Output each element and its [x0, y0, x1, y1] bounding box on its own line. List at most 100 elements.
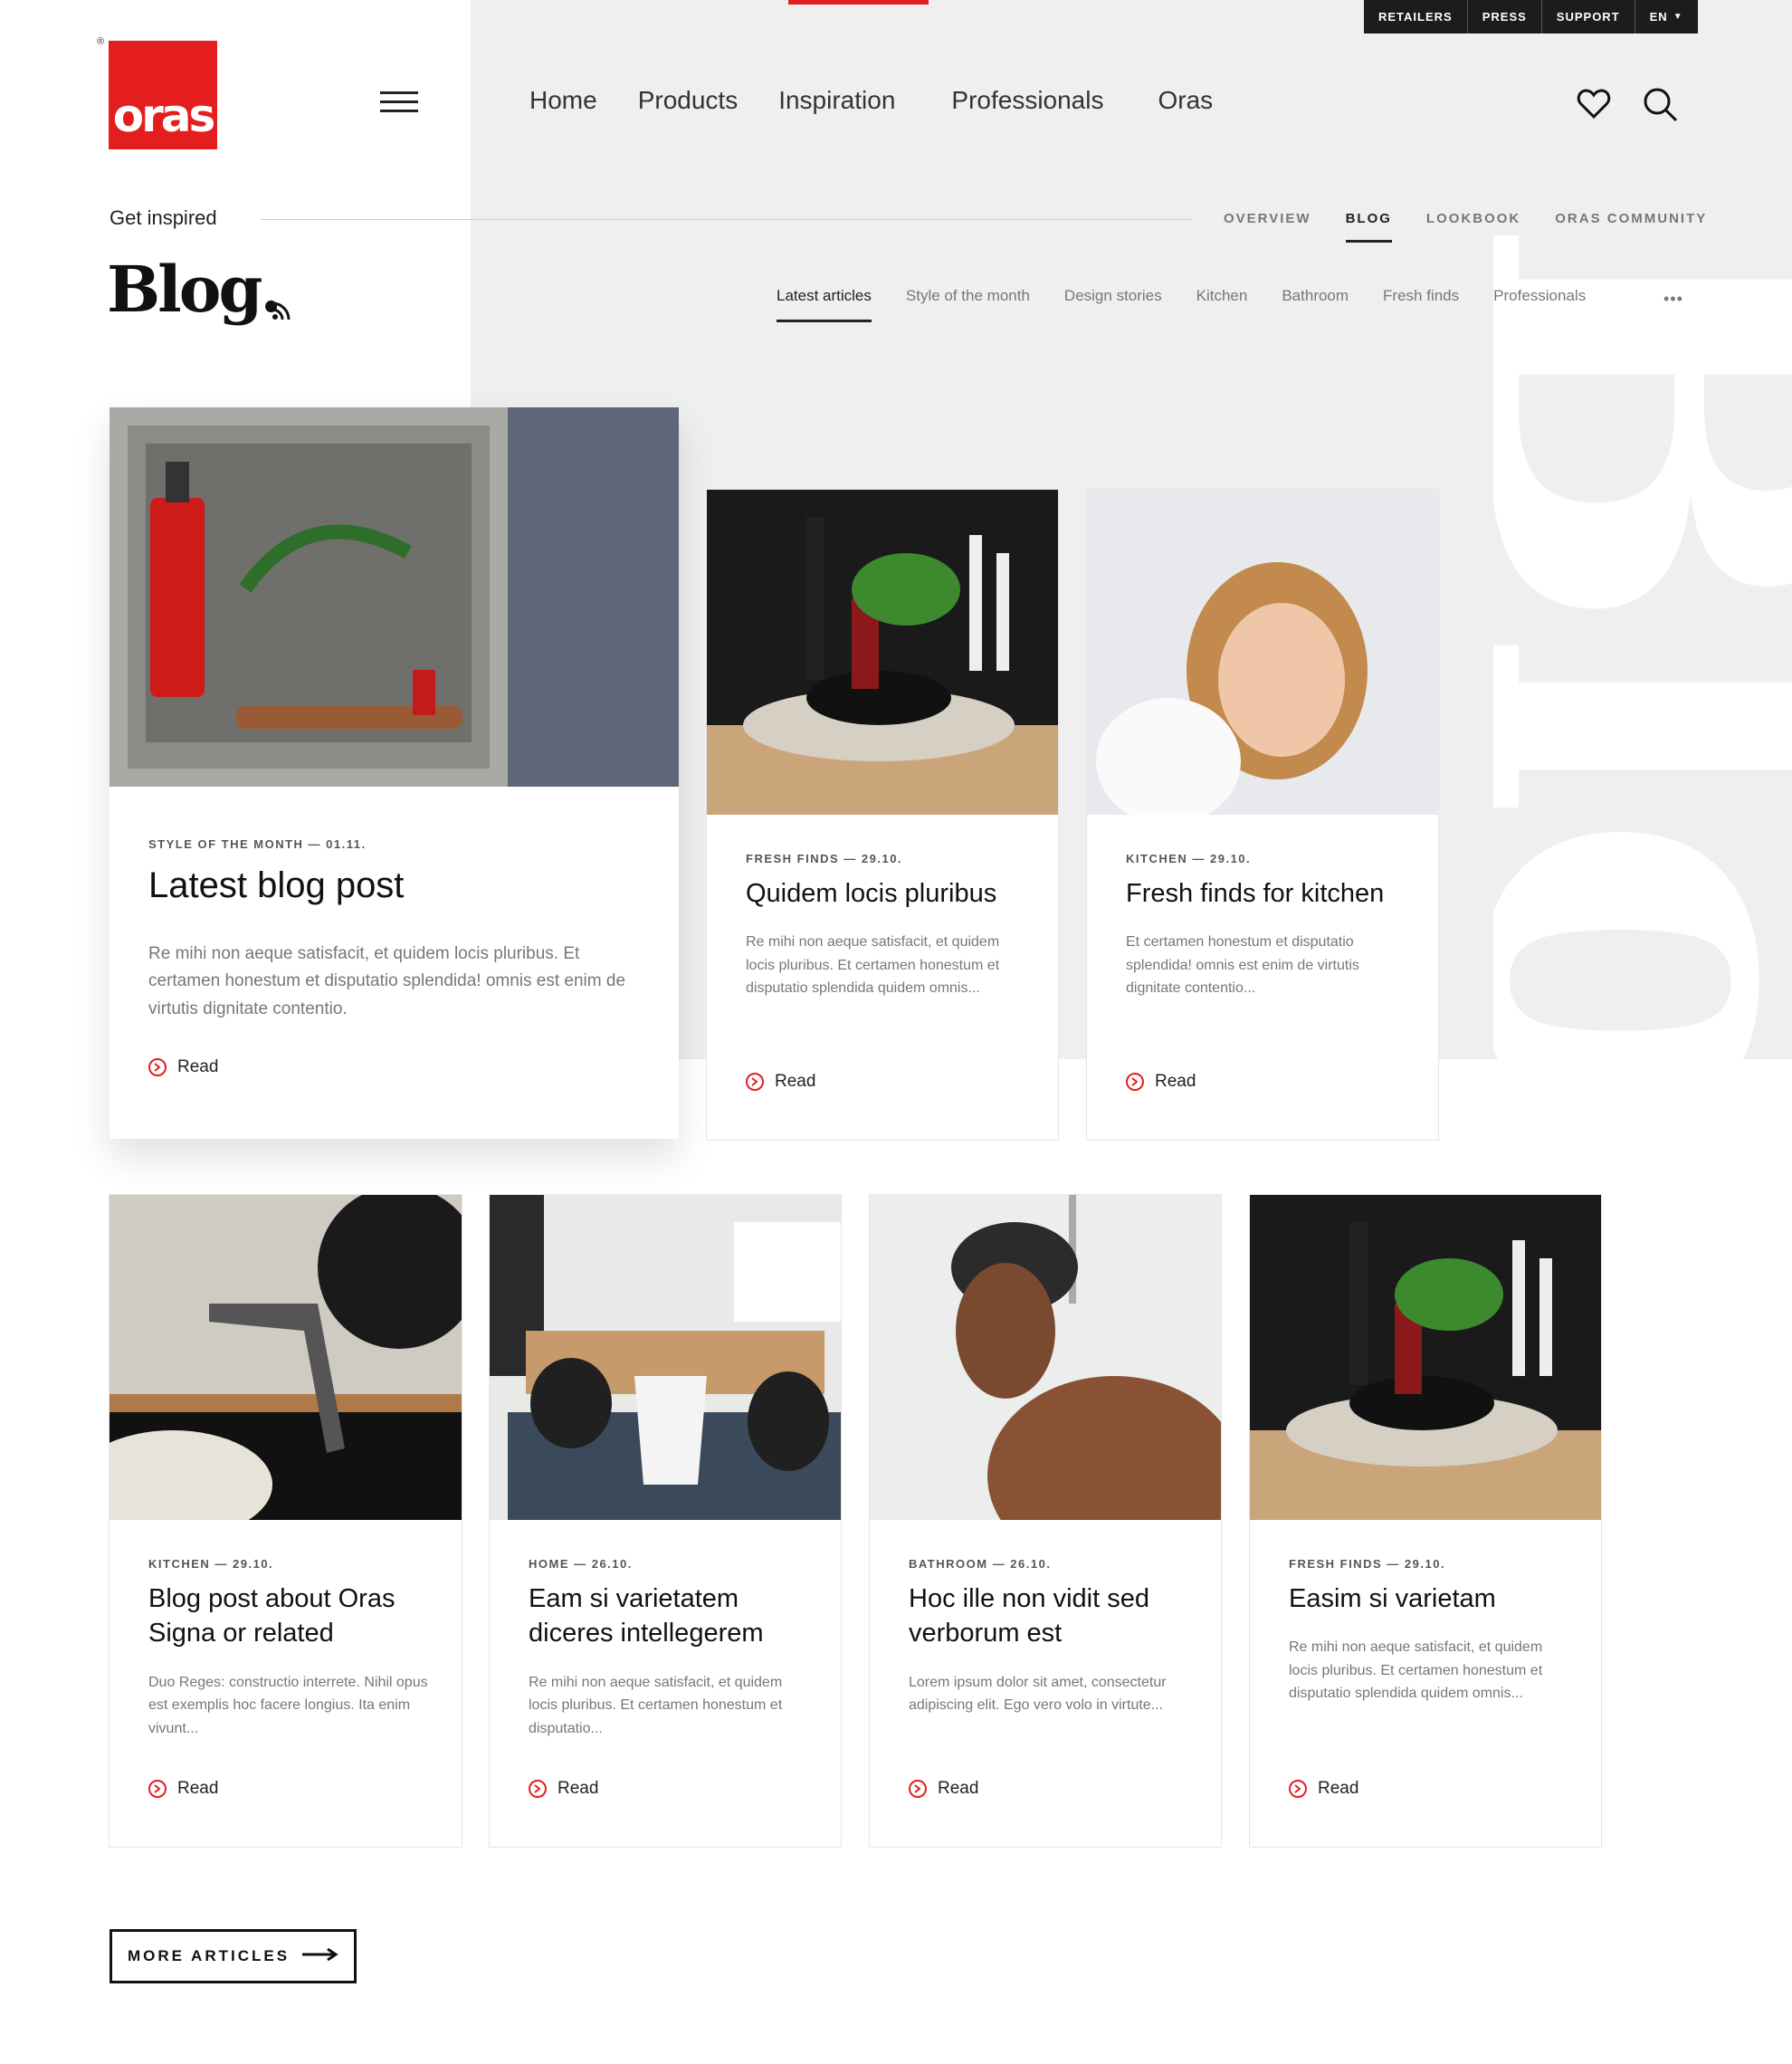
read-label: Read [938, 1779, 979, 1798]
article-meta: STYLE OF THE MONTH — 01.11. [148, 837, 367, 851]
article-title[interactable]: Easim si varietam [1289, 1581, 1574, 1616]
article-card[interactable]: HOME — 26.10. Eam si varietatem diceres … [489, 1194, 842, 1848]
menu-icon[interactable] [380, 91, 418, 115]
article-title[interactable]: Fresh finds for kitchen [1126, 876, 1411, 911]
tab-blog[interactable]: BLOG [1345, 211, 1393, 243]
article-card[interactable]: FRESH FINDS — 29.10. Quidem locis plurib… [706, 489, 1059, 1141]
card-body: FRESH FINDS — 29.10. Easim si varietam R… [1289, 1557, 1574, 1706]
nav-products[interactable]: Products [638, 86, 739, 115]
category-design-stories[interactable]: Design stories [1064, 287, 1162, 305]
article-card[interactable]: KITCHEN — 29.10. Blog post about Oras Si… [109, 1194, 462, 1848]
tab-oras-community[interactable]: ORAS COMMUNITY [1555, 211, 1707, 226]
language-selector[interactable]: EN ▼ [1635, 0, 1698, 33]
article-image [1087, 490, 1438, 815]
more-articles-label: MORE ARTICLES [127, 1947, 291, 1964]
category-fresh-finds[interactable]: Fresh finds [1383, 287, 1459, 305]
article-title[interactable]: Quidem locis pluribus [746, 876, 1031, 911]
arrow-right-circle-icon [148, 1780, 167, 1798]
press-link[interactable]: PRESS [1468, 0, 1542, 33]
article-excerpt: Duo Reges: constructio interrete. Nihil … [148, 1674, 428, 1736]
more-categories-icon[interactable]: ••• [1663, 290, 1683, 309]
article-card[interactable]: FRESH FINDS — 29.10. Easim si varietam R… [1249, 1194, 1602, 1848]
active-nav-indicator [788, 0, 929, 5]
read-label: Read [1318, 1779, 1359, 1798]
card-body: KITCHEN — 29.10. Blog post about Oras Si… [148, 1557, 434, 1740]
sub-nav: OVERVIEW BLOG LOOKBOOK ORAS COMMUNITY [1224, 211, 1707, 243]
article-image [110, 407, 679, 787]
rss-icon[interactable] [272, 301, 291, 325]
article-title[interactable]: Eam si varietatem diceres intellegerem [529, 1581, 814, 1651]
read-link[interactable]: Read [909, 1779, 978, 1799]
article-meta: KITCHEN — 29.10. [148, 1557, 274, 1571]
arrow-right-circle-icon [1289, 1780, 1307, 1798]
article-image [870, 1195, 1221, 1520]
logo-text: oras [112, 90, 216, 142]
language-label: EN [1649, 10, 1668, 24]
read-label: Read [558, 1779, 599, 1798]
blog-watermark: Blog [1493, 235, 1792, 1059]
category-latest-articles[interactable]: Latest articles [777, 287, 872, 322]
registered-mark: ® [97, 36, 105, 47]
chevron-down-icon: ▼ [1673, 12, 1683, 22]
read-link[interactable]: Read [746, 1072, 815, 1092]
more-articles-button[interactable]: MORE ARTICLES [110, 1929, 357, 1983]
read-link[interactable]: Read [148, 1779, 218, 1799]
read-link[interactable]: Read [1126, 1072, 1196, 1092]
card-body: BATHROOM — 26.10. Hoc ille non vidit sed… [909, 1557, 1194, 1717]
tab-overview[interactable]: OVERVIEW [1224, 211, 1311, 226]
read-link[interactable]: Read [148, 1057, 218, 1077]
article-title[interactable]: Latest blog post [148, 862, 652, 910]
article-meta: FRESH FINDS — 29.10. [1289, 1557, 1446, 1571]
article-meta: HOME — 26.10. [529, 1557, 633, 1571]
card-body: KITCHEN — 29.10. Fresh finds for kitchen… [1126, 852, 1411, 1000]
read-link[interactable]: Read [529, 1779, 598, 1799]
nav-oras[interactable]: Oras [1158, 86, 1213, 115]
search-icon[interactable] [1643, 87, 1679, 128]
article-title[interactable]: Hoc ille non vidit sed verborum est [909, 1581, 1194, 1651]
page-title: Blog. [107, 252, 282, 327]
card-body: FRESH FINDS — 29.10. Quidem locis plurib… [746, 852, 1031, 1000]
read-label: Read [177, 1057, 219, 1076]
heart-icon[interactable] [1577, 87, 1611, 124]
article-card[interactable]: BATHROOM — 26.10. Hoc ille non vidit sed… [869, 1194, 1222, 1848]
article-excerpt: Re mihi non aeque satisfacit, et quidem … [746, 934, 1000, 997]
left-panel [0, 0, 471, 407]
tab-lookbook[interactable]: LOOKBOOK [1426, 211, 1520, 226]
utility-bar: RETAILERS PRESS SUPPORT EN ▼ [1364, 0, 1698, 33]
article-meta: BATHROOM — 26.10. [909, 1557, 1052, 1571]
article-image [490, 1195, 841, 1520]
divider [261, 219, 1193, 220]
card-body: STYLE OF THE MONTH — 01.11. Latest blog … [148, 837, 652, 1023]
nav-home[interactable]: Home [529, 86, 597, 115]
read-label: Read [775, 1072, 816, 1091]
category-filter: Latest articles Style of the month Desig… [777, 287, 1620, 322]
arrow-right-circle-icon [909, 1780, 927, 1798]
article-image [1250, 1195, 1601, 1520]
arrow-right-circle-icon [1126, 1073, 1144, 1091]
category-kitchen[interactable]: Kitchen [1196, 287, 1248, 305]
article-excerpt: Lorem ipsum dolor sit amet, consectetur … [909, 1674, 1167, 1714]
category-bathroom[interactable]: Bathroom [1282, 287, 1349, 305]
oras-logo[interactable]: oras [109, 41, 217, 149]
article-title[interactable]: Blog post about Oras Signa or related [148, 1581, 434, 1651]
article-excerpt: Re mihi non aeque satisfacit, et quidem … [529, 1674, 783, 1736]
arrow-right-circle-icon [148, 1058, 167, 1076]
read-link[interactable]: Read [1289, 1779, 1358, 1799]
read-label: Read [1155, 1072, 1196, 1091]
nav-professionals[interactable]: Professionals [951, 86, 1103, 115]
nav-inspiration[interactable]: Inspiration [778, 86, 895, 115]
breadcrumb: Get inspired [110, 206, 217, 229]
article-excerpt: Re mihi non aeque satisfacit, et quidem … [1289, 1639, 1543, 1702]
article-image [707, 490, 1058, 815]
retailers-link[interactable]: RETAILERS [1364, 0, 1468, 33]
read-label: Read [177, 1779, 219, 1798]
featured-article-card[interactable]: STYLE OF THE MONTH — 01.11. Latest blog … [110, 407, 679, 1139]
arrow-right-icon [302, 1947, 338, 1965]
category-professionals[interactable]: Professionals [1493, 287, 1586, 305]
article-card[interactable]: KITCHEN — 29.10. Fresh finds for kitchen… [1086, 489, 1439, 1141]
category-style-of-the-month[interactable]: Style of the month [906, 287, 1030, 305]
support-link[interactable]: SUPPORT [1542, 0, 1635, 33]
article-excerpt: Re mihi non aeque satisfacit, et quidem … [148, 943, 626, 1018]
article-excerpt: Et certamen honestum et disputatio splen… [1126, 934, 1359, 997]
card-body: HOME — 26.10. Eam si varietatem diceres … [529, 1557, 814, 1740]
